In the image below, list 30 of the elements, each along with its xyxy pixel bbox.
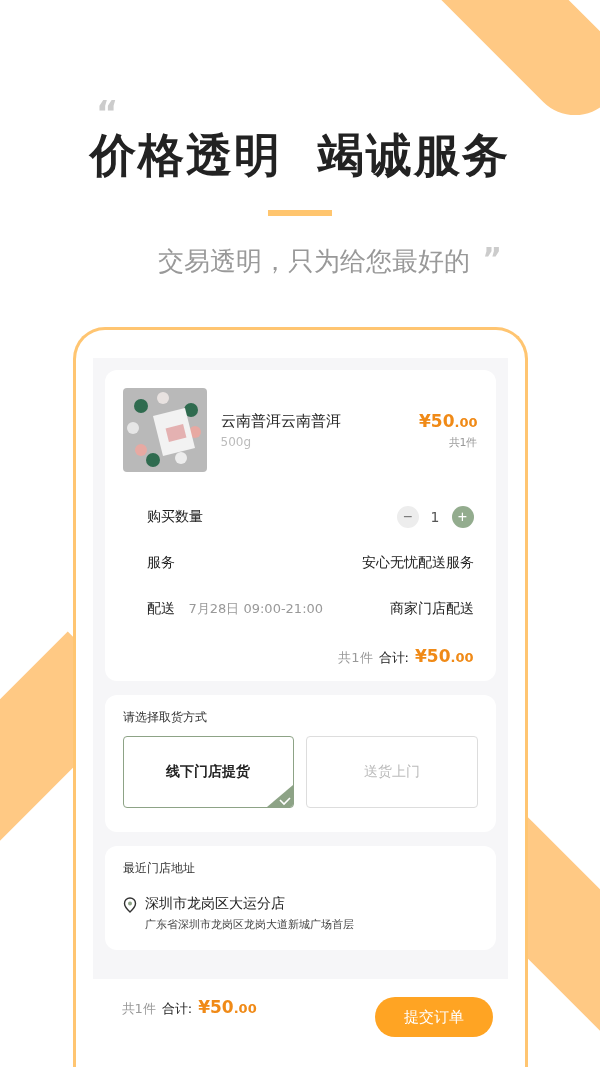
increase-button[interactable]: + bbox=[451, 506, 474, 528]
product-spec: 500g bbox=[220, 434, 253, 449]
check-icon bbox=[267, 785, 293, 807]
product-count: 共1件 bbox=[447, 434, 478, 450]
delivery-time: 7月28日 09:00-21:00 bbox=[188, 600, 324, 618]
location-pin-icon bbox=[122, 897, 137, 913]
service-label: 服务 bbox=[146, 554, 175, 572]
quote-mark: ” bbox=[482, 244, 502, 274]
service-value: 安心无忧配送服务 bbox=[361, 554, 474, 572]
quantity-value: 1 bbox=[430, 509, 440, 525]
total-price: ¥50.00 bbox=[198, 997, 257, 1017]
total-price: ¥50.00 bbox=[414, 646, 474, 666]
total-label: 合计: bbox=[378, 649, 409, 667]
submit-order-button[interactable]: 提交订单 bbox=[374, 997, 493, 1037]
product-name: 云南普洱云南普洱 bbox=[220, 411, 342, 431]
pickup-option[interactable]: 线下门店提货 bbox=[122, 736, 294, 808]
store-address: 广东省深圳市龙岗区龙岗大道新城广场首层 bbox=[144, 917, 354, 932]
item-count: 共1件 bbox=[338, 649, 373, 667]
quantity-label: 购买数量 bbox=[146, 508, 203, 526]
pickup-title: 请选择取货方式 bbox=[122, 709, 208, 726]
headline-title: 价格透明 竭诚服务 bbox=[90, 127, 510, 184]
total-label: 合计: bbox=[161, 1000, 193, 1018]
delivery-value: 商家门店配送 bbox=[389, 600, 474, 618]
product-price: ¥50.00 bbox=[418, 410, 478, 431]
item-count: 共1件 bbox=[121, 1000, 156, 1018]
quote-mark: “ bbox=[96, 96, 119, 130]
store-section-title: 最近门店地址 bbox=[122, 860, 196, 877]
headline-subtitle: 交易透明，只为给您最好的 bbox=[158, 245, 471, 278]
store-name: 深圳市龙岗区大运分店 bbox=[144, 895, 286, 913]
delivery-label: 配送 bbox=[146, 600, 175, 618]
